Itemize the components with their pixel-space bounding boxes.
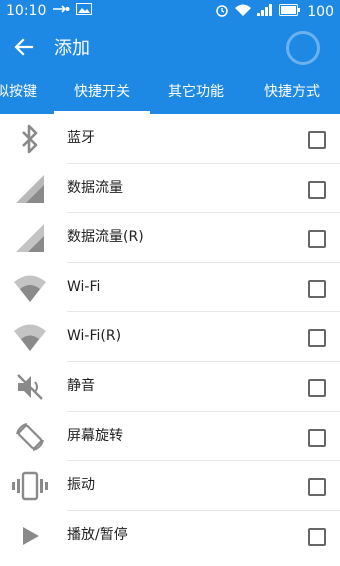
status-time: 10:10 [6, 3, 47, 19]
checkbox[interactable] [308, 279, 326, 298]
image-icon [76, 3, 93, 19]
list-item-vibrate[interactable]: 振动 [0, 461, 340, 511]
battery-level: 100 [307, 4, 334, 20]
checkbox[interactable] [308, 180, 326, 199]
tab-quick-switches[interactable]: 快捷开关 [54, 70, 150, 114]
list-item-label: 播放/暂停 [67, 526, 128, 543]
list-item-label: Wi-Fi [67, 278, 101, 295]
vibrate-icon [12, 468, 48, 504]
app-bar: 添加 [0, 24, 340, 70]
tab-shortcuts[interactable]: 快捷方式 [246, 70, 338, 114]
quick-switch-list: 蓝牙 数据流量 数据流量(R) Wi-Fi Wi-Fi(R) 静音 屏幕旋转 振… [0, 114, 340, 560]
checkbox[interactable] [308, 428, 326, 447]
list-item-bluetooth[interactable]: 蓝牙 [0, 114, 340, 164]
checkbox[interactable] [308, 131, 326, 149]
tab-other-functions[interactable]: 其它功能 [150, 70, 242, 114]
checkbox[interactable] [308, 378, 326, 397]
wifi-r-icon [12, 319, 48, 355]
mute-icon [12, 369, 48, 405]
list-item-label: 振动 [67, 477, 95, 494]
list-item-label: Wi-Fi(R) [67, 328, 122, 345]
checkbox[interactable] [308, 329, 326, 348]
list-item-mobile-data[interactable]: 数据流量 [0, 164, 340, 214]
list-item-mobile-data-r[interactable]: 数据流量(R) [0, 213, 340, 263]
checkbox[interactable] [308, 527, 326, 546]
list-item-label: 数据流量(R) [67, 229, 144, 246]
list-item-screen-rotation[interactable]: 屏幕旋转 [0, 412, 340, 462]
list-item-label: 蓝牙 [67, 130, 95, 146]
tab-bar: 拟按键 快捷开关 其它功能 快捷方式 [0, 70, 340, 114]
checkbox[interactable] [308, 230, 326, 249]
list-item-mute[interactable]: 静音 [0, 362, 340, 412]
arrow-back-icon [14, 38, 34, 56]
back-button[interactable] [12, 35, 36, 59]
list-item-wifi-r[interactable]: Wi-Fi(R) [0, 312, 340, 362]
list-item-play-pause[interactable]: 播放/暂停 [0, 511, 340, 561]
signal-r-icon [12, 220, 48, 256]
play-icon [12, 518, 48, 554]
status-bar: 10:10 100 [0, 0, 340, 24]
checkbox[interactable] [308, 478, 326, 497]
loading-ring-icon [286, 31, 320, 65]
usb-icon [52, 3, 70, 19]
battery-icon [279, 4, 301, 20]
alarm-icon [215, 3, 229, 21]
signal-status-icon [257, 4, 273, 20]
signal-icon [12, 171, 48, 207]
list-item-wifi[interactable]: Wi-Fi [0, 263, 340, 313]
wifi-icon [12, 270, 48, 306]
list-item-label: 静音 [67, 377, 95, 394]
list-item-label: 屏幕旋转 [67, 427, 123, 444]
rotate-icon [12, 419, 48, 455]
bluetooth-icon [12, 121, 48, 157]
page-title: 添加 [54, 38, 90, 59]
wifi-status-icon [235, 4, 252, 20]
list-item-label: 数据流量 [67, 179, 123, 196]
tab-virtual-keys[interactable]: 拟按键 [0, 70, 42, 114]
